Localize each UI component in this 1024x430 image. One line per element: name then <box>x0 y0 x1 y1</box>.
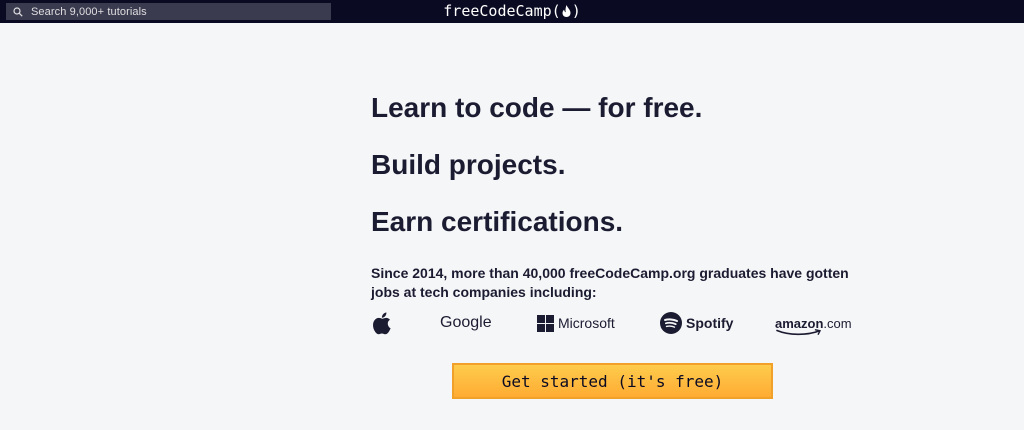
google-wordmark: Google <box>440 314 492 331</box>
google-logo: Google <box>440 308 492 338</box>
brand-close-paren: ) <box>571 2 581 20</box>
apple-logo <box>373 308 393 338</box>
headline-earn: Earn certifications. <box>371 206 624 237</box>
spotify-icon <box>660 312 682 334</box>
flame-icon <box>562 5 571 17</box>
company-logos: Google Microsoft Spotify amazon.com <box>371 308 852 338</box>
brand-open-paren: ( <box>551 2 561 20</box>
top-navbar: Search 9,000+ tutorials freeCodeCamp( ) <box>0 0 1024 23</box>
brand-logo[interactable]: freeCodeCamp( ) <box>0 2 1024 21</box>
brand-name: freeCodeCamp <box>443 2 552 20</box>
graduates-text: Since 2014, more than 40,000 freeCodeCam… <box>371 265 849 300</box>
microsoft-icon <box>537 314 554 332</box>
apple-icon <box>373 312 391 334</box>
amazon-suffix: .com <box>823 315 852 331</box>
get-started-button[interactable]: Get started (it's free) <box>452 363 773 399</box>
microsoft-logo: Microsoft <box>537 308 615 338</box>
spotify-logo: Spotify <box>660 308 733 338</box>
amazon-wordmark-wrap: amazon.com <box>775 315 852 335</box>
headline-learn: Learn to code — for free. <box>371 92 703 123</box>
spotify-wordmark: Spotify <box>686 315 734 331</box>
amazon-logo: amazon.com <box>775 308 852 338</box>
amazon-smile-icon <box>776 328 822 335</box>
brand-flame: ( ) <box>552 2 581 21</box>
headline-build: Build projects. <box>371 149 566 180</box>
microsoft-wordmark: Microsoft <box>558 315 615 331</box>
